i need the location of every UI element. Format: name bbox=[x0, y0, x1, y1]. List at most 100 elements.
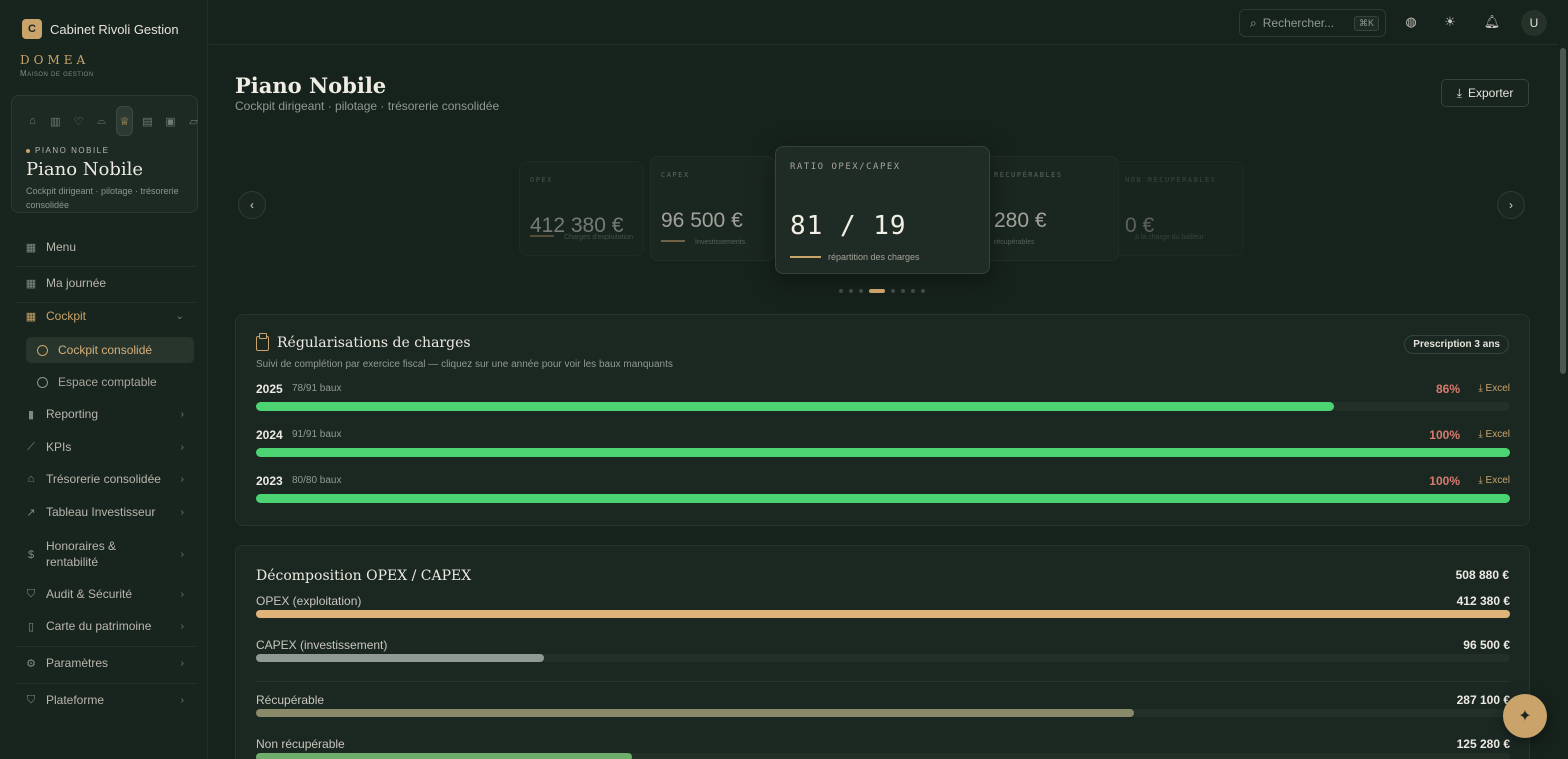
regularisation-row-2024[interactable]: 2024 91/91 baux 100% ⤓ Excel bbox=[256, 428, 1510, 458]
sidebar-item-label: Carte du patrimoine bbox=[46, 619, 152, 633]
baux-count: 80/80 baux bbox=[292, 475, 342, 486]
bell-icon[interactable]: 🔔︎ bbox=[1483, 13, 1501, 31]
export-button[interactable]: ⤓ Exporter bbox=[1441, 79, 1529, 107]
regularisations-panel: Régularisations de charges Prescription … bbox=[235, 314, 1530, 526]
gear-icon: ⚙ bbox=[26, 657, 36, 670]
chevron-down-icon: ⌄ bbox=[175, 310, 184, 322]
progress-track bbox=[256, 709, 1510, 717]
crown-icon[interactable]: ♕ bbox=[116, 106, 133, 136]
row-label: CAPEX (investissement) bbox=[256, 638, 388, 652]
brand-logo[interactable]: DOMEA Maison de gestion bbox=[20, 53, 94, 78]
sidebar-item-cockpit[interactable]: ▦ Cockpit ⌄ bbox=[16, 309, 196, 323]
sidebar-item-audit[interactable]: ⛉ Audit & Sécurité › bbox=[16, 587, 196, 601]
sidebar-item-espace-comptable[interactable]: Espace comptable bbox=[26, 369, 194, 395]
sidebar-item-plateforme[interactable]: ⛉ Plateforme › bbox=[16, 693, 196, 707]
carousel-next-button[interactable]: › bbox=[1497, 191, 1525, 219]
sidebar-item-tableau-investisseur[interactable]: ↗ Tableau Investisseur › bbox=[16, 505, 196, 519]
kpi-card-recuperables[interactable]: RÉCUPÉRABLES 280 € récupérables bbox=[979, 156, 1119, 261]
chevron-right-icon: › bbox=[180, 588, 184, 600]
progress-track bbox=[256, 494, 1510, 503]
chevron-right-icon: › bbox=[180, 620, 184, 632]
contact-icon[interactable]: ▣ bbox=[162, 106, 179, 136]
main-content: Piano Nobile Cockpit dirigeant · pilotag… bbox=[209, 46, 1558, 759]
sidebar-item-ma-journee[interactable]: ▦ Ma journée bbox=[16, 276, 196, 290]
bell-service-icon[interactable]: ⌓ bbox=[93, 106, 110, 136]
sidebar-item-cockpit-consolide[interactable]: Cockpit consolidé bbox=[26, 337, 194, 363]
grid-icon: ▦ bbox=[25, 277, 37, 290]
kpi-card-capex[interactable]: CAPEX 96 500 € Investissements bbox=[650, 156, 775, 261]
sidebar-item-tresorerie[interactable]: ⌂ Trésorerie consolidée › bbox=[16, 472, 196, 486]
carousel-dot[interactable] bbox=[921, 289, 925, 293]
excel-label: Excel bbox=[1485, 475, 1510, 486]
document-icon[interactable]: ▤ bbox=[139, 106, 156, 136]
chevron-right-icon: › bbox=[180, 657, 184, 669]
row-value: 125 280 € bbox=[1456, 737, 1510, 751]
search-input[interactable]: ⌕ Rechercher... ⌘K bbox=[1239, 9, 1386, 37]
ai-assistant-button[interactable]: ✦ bbox=[1503, 694, 1547, 738]
circle-icon bbox=[37, 344, 48, 356]
sun-icon[interactable]: ☀ bbox=[1441, 13, 1459, 31]
shield-icon: ⛉ bbox=[26, 693, 36, 706]
sidebar-item-carte[interactable]: ▯ Carte du patrimoine › bbox=[16, 619, 196, 633]
module-switcher: ⌂ ▥ ♡ ⌓ ♕ ▤ ▣ ▱ bbox=[24, 106, 202, 136]
completion-percent: 86% bbox=[1435, 382, 1460, 396]
excel-export-link[interactable]: ⤓ Excel bbox=[1478, 383, 1510, 394]
building-icon[interactable]: ▥ bbox=[47, 106, 64, 136]
kpi-caption: Investissements bbox=[695, 239, 746, 246]
folder-icon[interactable]: ▱ bbox=[185, 106, 202, 136]
progress-fill bbox=[256, 448, 1510, 457]
keyboard-shortcut: ⌘K bbox=[1353, 16, 1379, 31]
module-card: ⌂ ▥ ♡ ⌓ ♕ ▤ ▣ ▱ PIANO NOBILE Piano Nobil… bbox=[11, 95, 198, 213]
sidebar-item-label: Plateforme bbox=[46, 693, 105, 707]
sidebar-item-reporting[interactable]: ▮ Reporting › bbox=[16, 407, 196, 421]
sidebar-item-kpis[interactable]: ⟋ KPIs › bbox=[16, 440, 196, 454]
kpi-label: OPEX bbox=[530, 176, 553, 184]
carousel-dot[interactable] bbox=[911, 289, 915, 293]
progress-fill bbox=[256, 709, 1134, 717]
progress-fill bbox=[256, 402, 1335, 411]
divider bbox=[16, 646, 196, 647]
excel-export-link[interactable]: ⤓ Excel bbox=[1478, 475, 1510, 486]
avatar[interactable]: U bbox=[1521, 10, 1547, 36]
scrollbar[interactable] bbox=[1558, 46, 1568, 759]
palette-icon[interactable]: ◍ bbox=[1402, 13, 1420, 31]
kpi-card-non-recuperables[interactable]: NON RÉCUPÉRABLES 0 € à la charge du bail… bbox=[1114, 161, 1244, 256]
carousel-dot[interactable] bbox=[839, 289, 843, 293]
regularisation-row-2023[interactable]: 2023 80/80 baux 100% ⤓ Excel bbox=[256, 474, 1510, 504]
line-chart-icon: ⟋ bbox=[27, 440, 35, 453]
progress-fill bbox=[256, 494, 1510, 503]
bank-icon: ⌂ bbox=[27, 473, 35, 485]
excel-export-link[interactable]: ⤓ Excel bbox=[1478, 429, 1510, 440]
kpi-card-opex[interactable]: OPEX 412 380 € Charges d'exploitation bbox=[519, 161, 644, 256]
handshake-icon[interactable]: ♡ bbox=[70, 106, 87, 136]
org-switcher[interactable]: C Cabinet Rivoli Gestion bbox=[22, 19, 179, 39]
chevron-left-icon: ‹ bbox=[250, 198, 254, 212]
brand-name: DOMEA bbox=[20, 53, 90, 67]
regularisation-row-2025[interactable]: 2025 78/91 baux 86% ⤓ Excel bbox=[256, 382, 1510, 412]
divider bbox=[16, 302, 196, 303]
download-icon: ⤓ bbox=[1478, 475, 1486, 486]
scrollbar-thumb[interactable] bbox=[1560, 48, 1566, 374]
row-value: 287 100 € bbox=[1456, 693, 1510, 707]
kpi-caption: Charges d'exploitation bbox=[564, 234, 634, 241]
carousel-prev-button[interactable]: ‹ bbox=[238, 191, 266, 219]
page-subtitle: Cockpit dirigeant · pilotage · trésoreri… bbox=[235, 99, 500, 113]
sidebar-item-label: KPIs bbox=[46, 440, 72, 454]
carousel-dot[interactable] bbox=[891, 289, 895, 293]
circle-icon bbox=[37, 376, 48, 388]
kpi-card-ratio[interactable]: RATIO OPEX/CAPEX 81 / 19 répartition des… bbox=[775, 146, 990, 274]
sidebar-item-menu[interactable]: ▦ Menu bbox=[16, 240, 196, 254]
sidebar-item-parametres[interactable]: ⚙ Paramètres › bbox=[16, 656, 196, 670]
decomposition-total: 508 880 € bbox=[1455, 568, 1509, 582]
carousel-dot[interactable] bbox=[849, 289, 853, 293]
kpi-value: 81 / 19 bbox=[790, 211, 907, 241]
baux-count: 91/91 baux bbox=[292, 429, 342, 440]
carousel-dot[interactable] bbox=[859, 289, 863, 293]
sidebar-item-honoraires[interactable]: $ Honoraires & rentabilité › bbox=[16, 538, 196, 570]
regularisations-title: Régularisations de charges bbox=[256, 332, 471, 351]
progress-fill bbox=[256, 610, 1510, 618]
row-value: 412 380 € bbox=[1456, 594, 1510, 608]
home-icon[interactable]: ⌂ bbox=[24, 106, 41, 136]
carousel-dot[interactable] bbox=[869, 289, 885, 293]
carousel-dot[interactable] bbox=[901, 289, 905, 293]
